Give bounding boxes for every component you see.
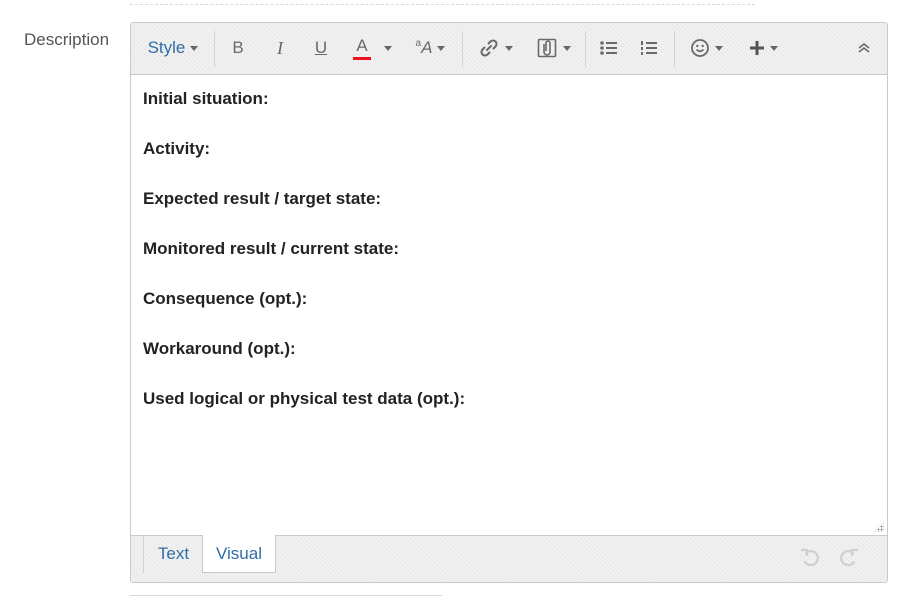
italic-icon: I — [277, 37, 283, 58]
chevron-down-icon — [769, 45, 778, 51]
content-line: Monitored result / current state: — [143, 239, 399, 258]
content-line: Activity: — [143, 139, 211, 158]
style-dropdown[interactable]: Style — [141, 23, 205, 73]
attachment-icon — [537, 38, 557, 58]
font-color-dropdown[interactable] — [381, 23, 395, 73]
plus-icon — [749, 41, 764, 55]
toolbar-separator — [214, 31, 215, 67]
underline-button[interactable]: U — [308, 23, 334, 73]
bullet-list-icon — [600, 41, 617, 55]
font-color-icon: A — [356, 35, 368, 55]
toolbar-separator — [585, 31, 586, 67]
chevron-down-icon — [384, 45, 392, 51]
rich-text-editor: Style B I U A a A Initial situation: Act… — [130, 22, 888, 583]
underline-icon: U — [314, 38, 328, 57]
redo-icon[interactable] — [836, 546, 860, 570]
link-icon — [480, 39, 498, 57]
content-line: Initial situation: — [143, 89, 269, 108]
insert-more-dropdown[interactable] — [743, 23, 783, 73]
link-dropdown[interactable] — [473, 23, 518, 73]
tab-text[interactable]: Text — [143, 535, 203, 573]
editor-footer: Text Visual — [131, 535, 887, 582]
font-size-dropdown[interactable]: a A — [408, 23, 453, 73]
chevron-down-icon — [563, 45, 571, 51]
numbered-list-icon — [641, 41, 657, 55]
toolbar-separator — [674, 31, 675, 67]
attachment-dropdown[interactable] — [531, 23, 576, 73]
chevron-down-icon — [714, 45, 723, 51]
collapse-icon — [858, 42, 870, 53]
editor-content[interactable]: Initial situation: Activity: Expected re… — [131, 75, 887, 535]
emoji-dropdown[interactable] — [685, 23, 727, 73]
style-dropdown-label: Style — [147, 38, 186, 57]
content-line: Used logical or physical test data (opt.… — [143, 389, 466, 408]
content-line: Expected result / target state: — [143, 189, 382, 208]
previous-field-divider — [130, 0, 755, 5]
next-field-divider — [130, 595, 442, 596]
content-line: Consequence (opt.): — [143, 289, 308, 308]
italic-button[interactable]: I — [267, 23, 293, 73]
font-color-swatch — [353, 56, 371, 60]
tab-visual[interactable]: Visual — [202, 535, 276, 573]
toolbar-separator — [462, 31, 463, 67]
undo-icon[interactable] — [799, 546, 823, 570]
bullet-list-button[interactable] — [596, 23, 622, 73]
font-size-icon: a A — [415, 38, 433, 57]
chevron-down-icon — [505, 45, 513, 51]
bold-icon: B — [232, 38, 244, 57]
chevron-down-icon — [190, 45, 199, 51]
font-color-button[interactable]: A — [349, 23, 375, 73]
emoji-icon — [690, 39, 709, 57]
numbered-list-button[interactable] — [636, 23, 662, 73]
description-label: Description — [24, 30, 110, 49]
collapse-toolbar-button[interactable] — [851, 23, 877, 73]
chevron-down-icon — [437, 45, 446, 51]
resize-grip-icon[interactable] — [874, 522, 884, 532]
bold-button[interactable]: B — [225, 23, 251, 73]
editor-toolbar: Style B I U A a A — [131, 23, 887, 75]
content-line: Workaround (opt.): — [143, 339, 296, 358]
